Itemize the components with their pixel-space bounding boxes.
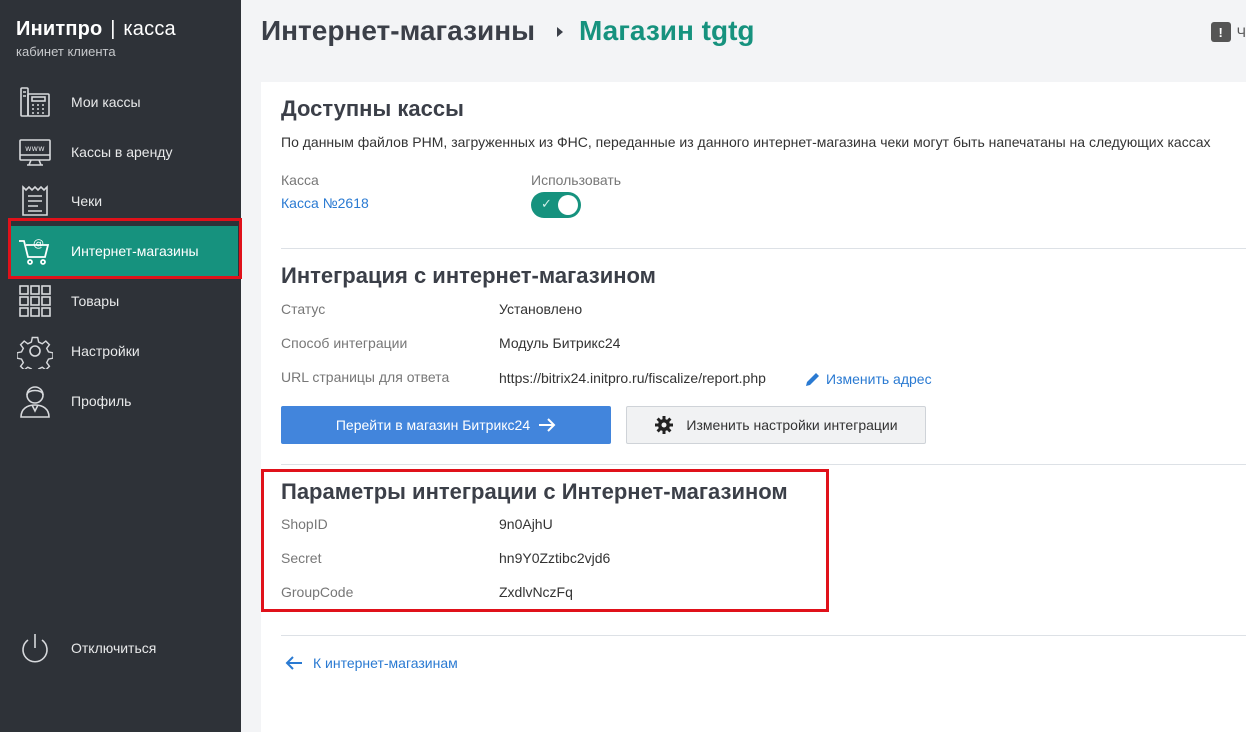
brand-name: Инитпро bbox=[16, 18, 103, 40]
page-header: Интернет-магазины Магазин tgtg ! Ч bbox=[241, 0, 1246, 64]
sidebar-item-products[interactable]: Товары bbox=[0, 276, 241, 326]
shopid-label: ShopID bbox=[281, 516, 328, 532]
status-value: Установлено bbox=[499, 301, 583, 317]
gear-icon bbox=[655, 416, 674, 434]
logout-button[interactable]: Отключиться bbox=[0, 623, 241, 673]
shopid-value: 9n0AjhU bbox=[499, 516, 553, 532]
groupcode-value: ZxdlvNczFq bbox=[499, 584, 573, 600]
change-address-label: Изменить адрес bbox=[826, 371, 932, 387]
shopping-cart-icon: @ bbox=[16, 232, 54, 270]
integration-settings-button[interactable]: Изменить настройки интеграции bbox=[626, 406, 926, 444]
feedback-button[interactable]: ! Ч bbox=[1210, 22, 1246, 42]
page-title: Магазин tgtg bbox=[579, 15, 755, 46]
feedback-icon: ! bbox=[1210, 22, 1231, 42]
logout-label: Отключиться bbox=[71, 640, 157, 656]
brand[interactable]: Инитпро | касса кабинет клиента bbox=[16, 18, 176, 59]
sidebar-item-settings[interactable]: Настройки bbox=[0, 326, 241, 376]
brand-product: касса bbox=[123, 18, 176, 40]
secret-label: Secret bbox=[281, 550, 322, 566]
toggle-knob bbox=[558, 195, 578, 215]
url-value: https://bitrix24.initpro.ru/fiscalize/re… bbox=[499, 370, 766, 386]
sidebar: Инитпро | касса кабинет клиента Мои касс… bbox=[0, 0, 241, 732]
registers-title: Доступны кассы bbox=[281, 96, 464, 121]
sidebar-item-label: Чеки bbox=[71, 193, 103, 209]
receipt-icon bbox=[16, 182, 54, 220]
user-icon bbox=[16, 382, 54, 420]
divider bbox=[281, 248, 1246, 249]
brand-subtitle: кабинет клиента bbox=[16, 44, 116, 59]
sidebar-item-online-shops[interactable]: @ Интернет-магазины bbox=[0, 226, 241, 276]
sidebar-item-label: Мои кассы bbox=[71, 94, 141, 110]
www-monitor-icon: www bbox=[16, 133, 54, 171]
sidebar-item-label: Товары bbox=[71, 293, 120, 309]
gear-icon bbox=[16, 332, 54, 370]
sidebar-item-profile[interactable]: Профиль bbox=[0, 376, 241, 426]
sidebar-item-receipts[interactable]: Чеки bbox=[0, 176, 241, 226]
shop-details-card: Доступны кассы По данным файлов РНМ, заг… bbox=[261, 82, 1246, 732]
sidebar-item-label: Профиль bbox=[71, 393, 132, 409]
arrow-left-icon bbox=[285, 656, 302, 670]
divider bbox=[281, 464, 1246, 465]
status-label: Статус bbox=[281, 301, 326, 317]
integration-settings-label: Изменить настройки интеграции bbox=[686, 417, 898, 433]
use-register-toggle[interactable]: ✓ bbox=[531, 192, 581, 218]
feedback-label: Ч bbox=[1236, 24, 1246, 40]
svg-text:@: @ bbox=[33, 237, 44, 250]
method-value: Модуль Битрикс24 bbox=[499, 335, 621, 351]
power-icon bbox=[16, 629, 54, 667]
arrow-right-icon bbox=[539, 418, 556, 432]
secret-value: hn9Y0Zztibc2vjd6 bbox=[499, 550, 611, 566]
brand-separator: | bbox=[110, 18, 116, 40]
breadcrumb-parent[interactable]: Интернет-магазины bbox=[261, 15, 535, 47]
sidebar-item-label: Интернет-магазины bbox=[71, 243, 199, 259]
integration-title: Интеграция с интернет-магазином bbox=[281, 263, 656, 288]
go-to-bitrix-label: Перейти в магазин Битрикс24 bbox=[335, 417, 531, 433]
method-label: Способ интеграции bbox=[281, 335, 408, 351]
register-column-header: Касса bbox=[281, 172, 319, 188]
pencil-icon bbox=[806, 373, 819, 386]
registers-description: По данным файлов РНМ, загруженных из ФНС… bbox=[281, 134, 1211, 150]
sidebar-item-my-registers[interactable]: Мои кассы bbox=[0, 77, 241, 127]
groupcode-label: GroupCode bbox=[281, 584, 354, 600]
change-address-link[interactable]: Изменить адрес bbox=[804, 370, 932, 388]
sidebar-item-label: Кассы в аренду bbox=[71, 144, 173, 160]
breadcrumb-arrow-icon bbox=[557, 27, 563, 37]
back-link-label: К интернет-магазинам bbox=[313, 655, 458, 671]
use-column-header: Использовать bbox=[531, 172, 622, 188]
back-to-shops-link[interactable]: К интернет-магазинам bbox=[285, 655, 458, 671]
sidebar-item-label: Настройки bbox=[71, 343, 140, 359]
grid-icon bbox=[16, 282, 54, 320]
url-label: URL страницы для ответа bbox=[281, 369, 450, 385]
go-to-bitrix-button[interactable]: Перейти в магазин Битрикс24 bbox=[281, 406, 611, 444]
register-link[interactable]: Касса №2618 bbox=[281, 195, 369, 211]
svg-text:www: www bbox=[25, 144, 45, 153]
sidebar-item-rental[interactable]: www Кассы в аренду bbox=[0, 127, 241, 177]
check-icon: ✓ bbox=[541, 196, 552, 211]
params-title: Параметры интеграции с Интернет-магазино… bbox=[281, 479, 788, 504]
divider bbox=[281, 635, 1246, 636]
cash-register-icon bbox=[16, 83, 54, 121]
brand-title: Инитпро | касса bbox=[16, 18, 176, 41]
